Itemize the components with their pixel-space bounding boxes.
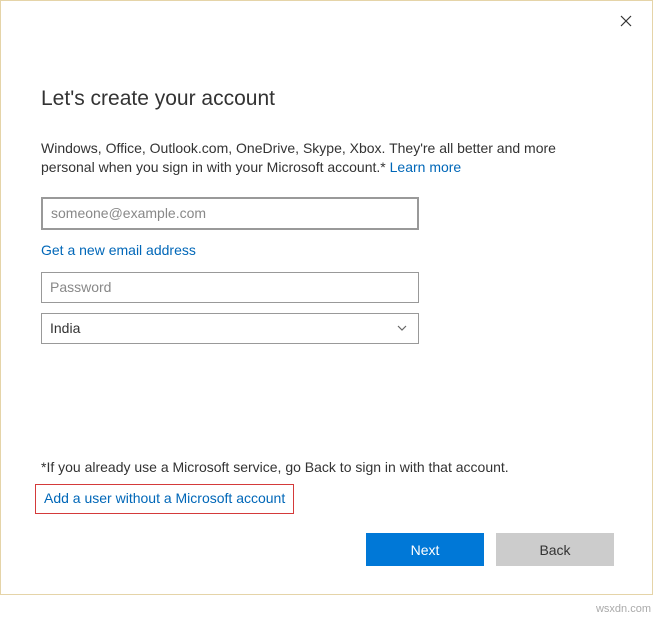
- button-row: Next Back: [366, 533, 614, 566]
- email-field[interactable]: [41, 197, 419, 230]
- add-user-highlight: Add a user without a Microsoft account: [35, 484, 294, 514]
- page-title: Let's create your account: [41, 87, 612, 111]
- password-field[interactable]: [41, 272, 419, 303]
- learn-more-link[interactable]: Learn more: [390, 159, 462, 175]
- watermark-text: wsxdn.com: [596, 603, 651, 615]
- close-button[interactable]: [612, 9, 640, 37]
- country-value: India: [50, 320, 80, 336]
- chevron-down-icon: [396, 322, 408, 334]
- description-body: Windows, Office, Outlook.com, OneDrive, …: [41, 140, 556, 175]
- footnote-text: *If you already use a Microsoft service,…: [41, 459, 509, 475]
- close-icon: [620, 14, 632, 32]
- dialog-content: Let's create your account Windows, Offic…: [1, 1, 652, 344]
- next-button[interactable]: Next: [366, 533, 484, 566]
- country-select[interactable]: India: [41, 313, 419, 344]
- back-button[interactable]: Back: [496, 533, 614, 566]
- description-text: Windows, Office, Outlook.com, OneDrive, …: [41, 139, 581, 177]
- add-user-without-account-link[interactable]: Add a user without a Microsoft account: [44, 490, 285, 506]
- new-email-link[interactable]: Get a new email address: [41, 242, 612, 258]
- create-account-dialog: Let's create your account Windows, Offic…: [0, 0, 653, 595]
